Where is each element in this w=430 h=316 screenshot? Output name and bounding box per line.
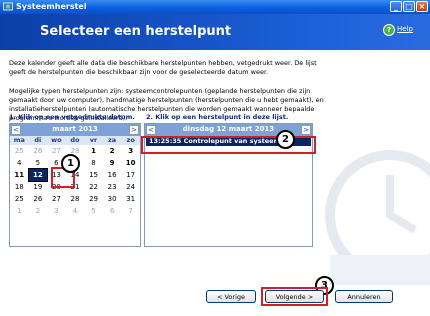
calendar-day[interactable]: 24 bbox=[121, 181, 140, 193]
weekday-header: wo bbox=[47, 136, 66, 145]
calendar-day[interactable]: 25 bbox=[10, 145, 29, 157]
wizard-header: Selecteer een herstelpunt ? Help bbox=[0, 14, 430, 50]
calendar-day[interactable]: 19 bbox=[29, 181, 48, 193]
calendar-day[interactable]: 2 bbox=[29, 205, 48, 217]
calendar-day[interactable]: 27 bbox=[47, 145, 66, 157]
minimize-button[interactable]: _ bbox=[390, 1, 402, 12]
weekday-header: do bbox=[65, 136, 85, 145]
calendar-day[interactable]: 26 bbox=[29, 193, 48, 205]
calendar-day[interactable]: 2 bbox=[103, 145, 122, 157]
calendar-day[interactable]: 11 bbox=[10, 169, 29, 181]
help-link[interactable]: Help bbox=[397, 25, 413, 33]
calendar-day[interactable]: 7 bbox=[121, 205, 140, 217]
calendar-day[interactable]: 17 bbox=[121, 169, 140, 181]
callout-1: 1 bbox=[61, 154, 80, 173]
system-restore-icon bbox=[3, 2, 13, 11]
step-2-label: 2. Klik op een herstelpunt in deze lijst… bbox=[146, 113, 289, 121]
step-1-label: 1. Klik op een vetgedrukte datum. bbox=[9, 113, 135, 121]
next-button-highlight bbox=[261, 287, 328, 306]
calendar-day[interactable]: 27 bbox=[47, 193, 66, 205]
calendar-day[interactable]: 29 bbox=[84, 193, 103, 205]
calendar-day[interactable]: 9 bbox=[103, 157, 122, 169]
calendar-day[interactable]: 1 bbox=[84, 145, 103, 157]
calendar-day[interactable]: 5 bbox=[29, 157, 48, 169]
callout-2: 2 bbox=[276, 130, 295, 149]
calendar-day[interactable]: 25 bbox=[10, 193, 29, 205]
calendar-grid: madiwodovrzazo25262728123456789101112131… bbox=[10, 136, 140, 217]
calendar-day[interactable]: 16 bbox=[103, 169, 122, 181]
weekday-header: za bbox=[102, 136, 122, 145]
calendar-day[interactable]: 10 bbox=[121, 157, 140, 169]
calendar-day[interactable]: 6 bbox=[103, 205, 122, 217]
calendar-day[interactable]: 22 bbox=[84, 181, 103, 193]
calendar-day[interactable]: 23 bbox=[103, 181, 122, 193]
calendar-day[interactable]: 3 bbox=[121, 145, 140, 157]
calendar-day[interactable]: 5 bbox=[84, 205, 103, 217]
calendar: < maart 2013 > ma di wo do vr za zo 25 26 27 28 1 2 3… bbox=[9, 123, 141, 247]
clock-watermark-icon bbox=[325, 150, 430, 285]
calendar-day[interactable]: 28 bbox=[66, 193, 85, 205]
calendar-day[interactable]: 31 bbox=[121, 193, 140, 205]
weekday-header: zo bbox=[121, 136, 140, 145]
next-day-button[interactable]: > bbox=[301, 125, 311, 135]
intro-paragraph-1: Deze kalender geeft alle data die beschi… bbox=[9, 59, 317, 76]
calendar-day[interactable]: 15 bbox=[84, 169, 103, 181]
weekday-header: di bbox=[28, 136, 48, 145]
calendar-day[interactable]: 4 bbox=[10, 157, 29, 169]
calendar-month: maart 2013 bbox=[52, 125, 98, 133]
calendar-day[interactable]: 8 bbox=[84, 157, 103, 169]
page-title: Selecteer een herstelpunt bbox=[40, 24, 232, 39]
system-restore-window: Systeemherstel _ □ × Selecteer een herst… bbox=[0, 0, 430, 316]
window-title: Systeemherstel bbox=[16, 2, 87, 11]
title-bar: Systeemherstel _ □ × bbox=[0, 0, 430, 14]
weekday-header: vr bbox=[84, 136, 103, 145]
calendar-day[interactable]: 1 bbox=[10, 205, 29, 217]
calendar-day-selected[interactable]: 12 bbox=[27, 168, 49, 182]
calendar-day[interactable]: 30 bbox=[103, 193, 122, 205]
next-month-button[interactable]: > bbox=[129, 125, 139, 135]
calendar-day[interactable]: 3 bbox=[47, 205, 66, 217]
calendar-day[interactable]: 4 bbox=[66, 205, 85, 217]
help-icon[interactable]: ? bbox=[383, 24, 395, 36]
calendar-day[interactable]: 18 bbox=[10, 181, 29, 193]
maximize-button[interactable]: □ bbox=[403, 1, 415, 12]
weekday-header: ma bbox=[10, 136, 29, 145]
close-button[interactable]: × bbox=[416, 1, 428, 12]
calendar-day[interactable]: 26 bbox=[29, 145, 48, 157]
back-button[interactable]: < Vorige bbox=[206, 290, 256, 303]
calendar-header: < maart 2013 > bbox=[10, 124, 140, 136]
cancel-button[interactable]: Annuleren bbox=[335, 290, 393, 303]
